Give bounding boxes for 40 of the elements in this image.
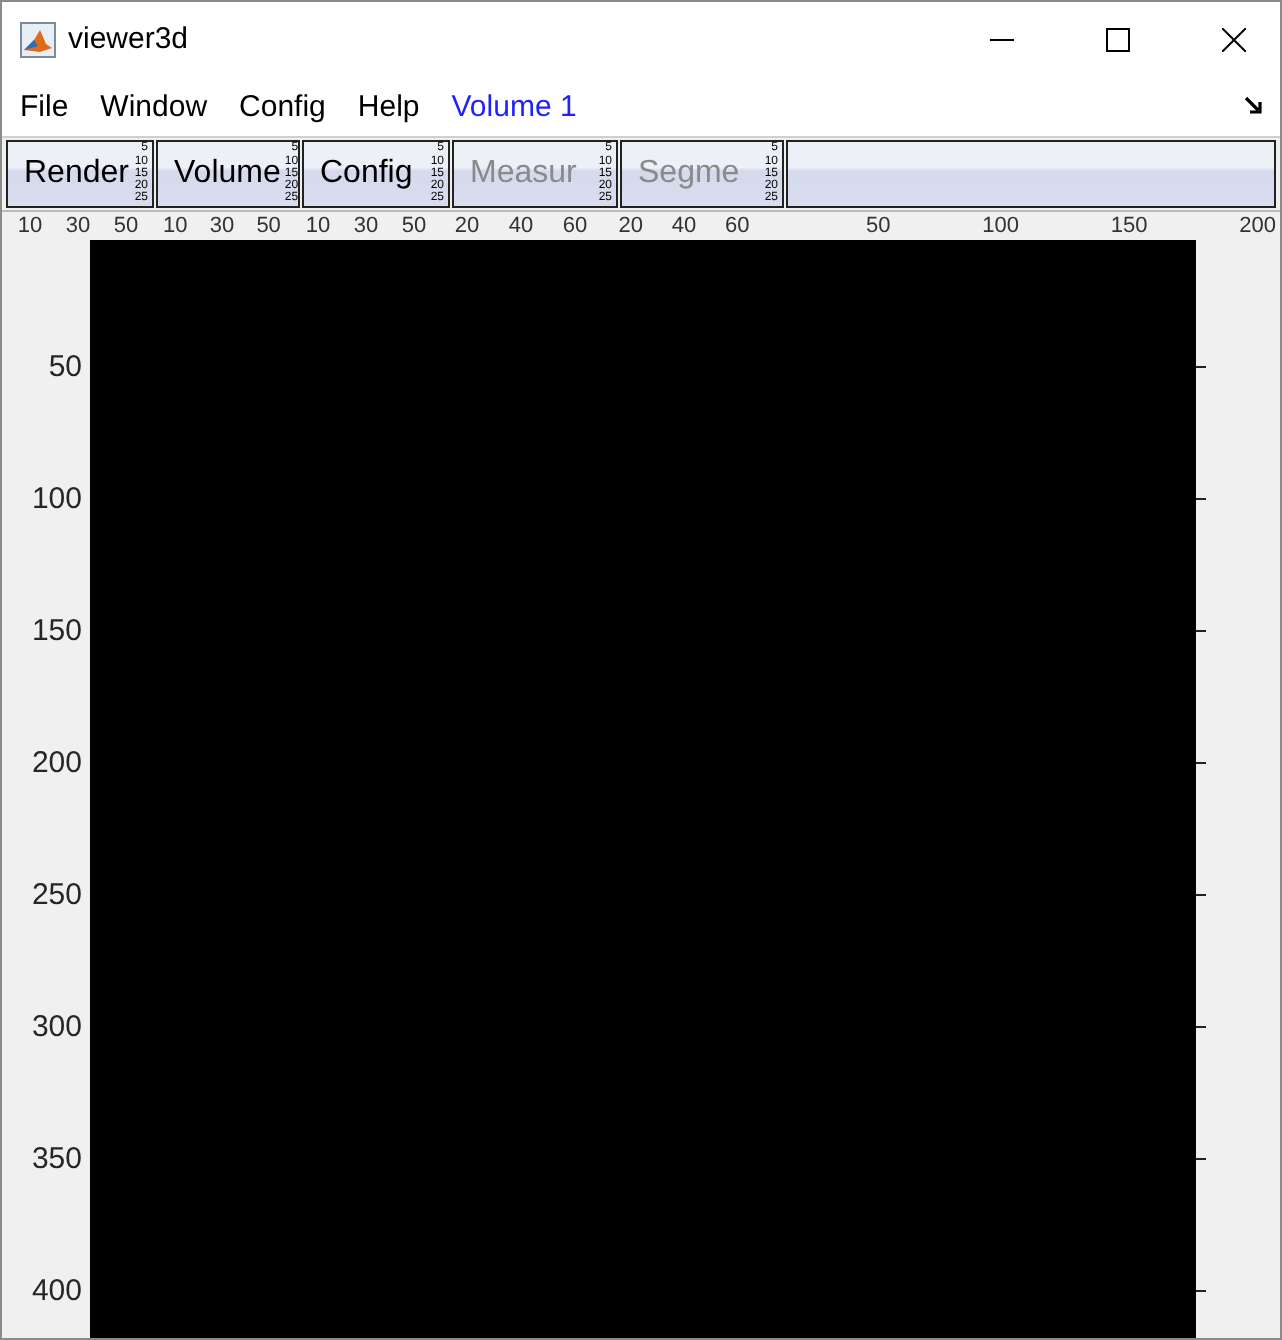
axis-tick-label: 350 <box>31 1141 82 1175</box>
axis-tick-label: 400 <box>31 1273 82 1307</box>
app-logo-icon <box>20 21 56 57</box>
maximize-icon <box>1106 27 1130 51</box>
axis-tick-label: 200 <box>1239 214 1276 238</box>
axis-tick-label: 250 <box>31 877 82 911</box>
axis-tick-label: 60 <box>562 214 588 238</box>
dock-arrow-icon[interactable] <box>1244 96 1264 116</box>
axis-tick-label: 200 <box>31 745 82 779</box>
axis-tick-label: 30 <box>209 214 235 238</box>
axis-tick-label: 100 <box>982 214 1019 238</box>
axis-tick-label: 40 <box>671 214 697 238</box>
menu-item[interactable]: Volume 1 <box>435 89 593 123</box>
menu-item[interactable]: Config <box>223 89 342 123</box>
menu-item[interactable]: Help <box>341 89 436 123</box>
tab-button[interactable]: Volume <box>158 142 285 206</box>
axis-tick-label: 20 <box>454 214 480 238</box>
menu-item[interactable]: File <box>4 89 85 123</box>
axis-tick-label: 60 <box>725 214 750 238</box>
axis-tick-label: 50 <box>866 214 891 238</box>
axis-tick-label: 30 <box>353 214 379 238</box>
axis-tick-label: 50 <box>401 214 427 238</box>
axis-tick-label: 300 <box>31 1009 82 1043</box>
axis-tick-label: 10 <box>305 214 331 238</box>
axis-tick-label: 20 <box>618 214 643 238</box>
axis-tick-label: 10 <box>163 214 188 238</box>
menu-item[interactable]: Window <box>84 89 224 123</box>
axis-tick-label: 40 <box>508 214 534 238</box>
axis-tick-label: 10 <box>17 214 43 238</box>
window-title: viewer3d <box>68 22 191 56</box>
axis-tick-label: 50 <box>113 214 139 238</box>
tab-button[interactable]: Config <box>304 142 417 206</box>
close-icon <box>1222 27 1246 51</box>
axis-tick-label: 150 <box>31 613 82 647</box>
axis-tick-label: 50 <box>256 214 281 238</box>
tab-button[interactable]: Render <box>8 142 133 206</box>
axis-tick-label: 30 <box>65 214 91 238</box>
axis-tick-label: 100 <box>31 481 82 515</box>
axis-tick-label: 50 <box>48 349 82 383</box>
axis-tick-label: 150 <box>1110 214 1148 238</box>
